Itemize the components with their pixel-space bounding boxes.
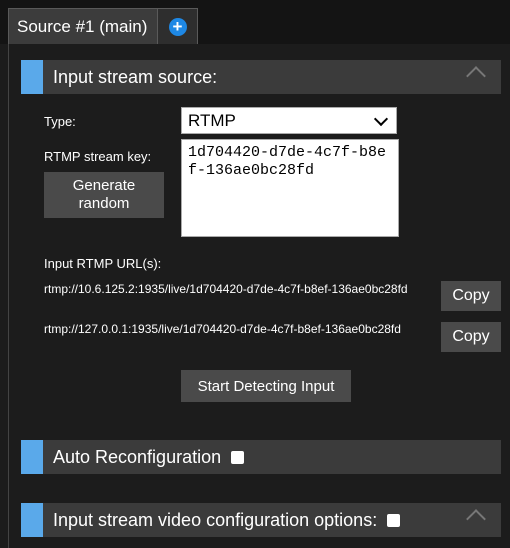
- section-header-auto-reconfig[interactable]: Auto Reconfiguration: [21, 440, 501, 474]
- section-marker: [21, 503, 43, 537]
- start-detecting-label: Start Detecting Input: [197, 377, 335, 395]
- section-title: Input stream video configuration options…: [53, 509, 378, 530]
- type-select[interactable]: RTMP: [181, 107, 397, 134]
- stream-key-field[interactable]: 1d704420-d7de-4c7f-b8ef-136ae0bc28fd: [181, 139, 399, 237]
- add-tab-button[interactable]: +: [158, 8, 198, 44]
- copy-label: Copy: [452, 328, 490, 345]
- video-config-checkbox[interactable]: [387, 513, 401, 527]
- tab-bar: Source #1 (main) +: [0, 0, 510, 44]
- type-select-value: RTMP: [188, 110, 236, 130]
- section-title: Input stream source:: [53, 66, 218, 87]
- generate-random-button[interactable]: Generate random: [44, 172, 164, 218]
- start-detecting-button[interactable]: Start Detecting Input: [181, 370, 351, 402]
- section-title: Auto Reconfiguration: [53, 446, 222, 467]
- section-marker: [21, 440, 43, 474]
- generate-random-label: Generate random: [72, 177, 136, 212]
- section-header-input-source[interactable]: Input stream source:: [21, 60, 501, 94]
- chevron-down-icon: [373, 111, 389, 127]
- copy-button-1[interactable]: Copy: [441, 281, 501, 311]
- stream-key-label: RTMP stream key:: [44, 149, 152, 164]
- auto-reconfig-checkbox[interactable]: [231, 450, 245, 464]
- rtmp-urls-label: Input RTMP URL(s):: [44, 256, 162, 271]
- copy-button-2[interactable]: Copy: [441, 322, 501, 352]
- section-header-video-config[interactable]: Input stream video configuration options…: [21, 503, 501, 537]
- rtmp-url-1: rtmp://10.6.125.2:1935/live/1d704420-d7d…: [44, 282, 408, 296]
- tab-source-1[interactable]: Source #1 (main): [8, 8, 158, 44]
- copy-label: Copy: [452, 287, 490, 304]
- type-label: Type:: [44, 114, 76, 129]
- chevron-up-icon[interactable]: [466, 66, 486, 86]
- chevron-up-icon[interactable]: [466, 509, 486, 529]
- rtmp-url-2: rtmp://127.0.0.1:1935/live/1d704420-d7de…: [44, 322, 401, 336]
- tab-label: Source #1 (main): [17, 16, 148, 36]
- section-marker: [21, 60, 43, 94]
- plus-circle-icon: +: [168, 17, 187, 36]
